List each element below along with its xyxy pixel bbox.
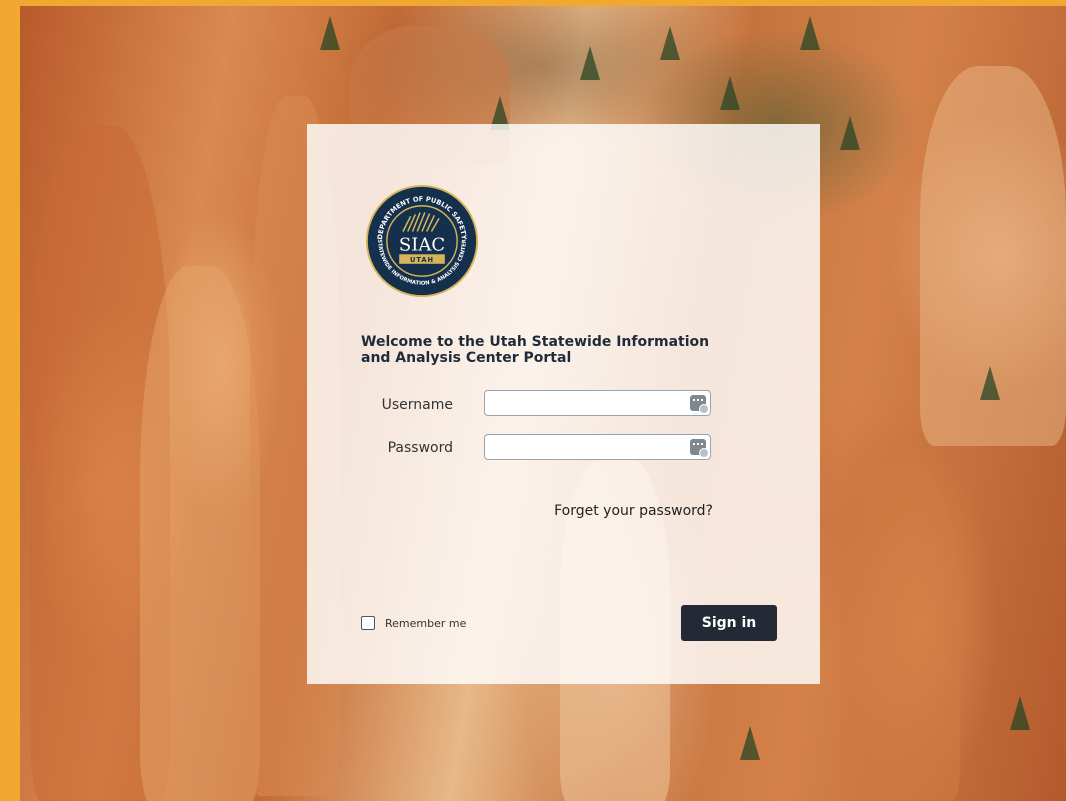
logo-state: UTAH — [410, 256, 434, 264]
sign-in-button[interactable]: Sign in — [681, 605, 777, 641]
pine-tree — [980, 366, 1000, 400]
pine-tree — [1010, 696, 1030, 730]
password-input[interactable] — [484, 434, 711, 460]
pine-tree — [740, 726, 760, 760]
pine-tree — [800, 16, 820, 50]
username-label: Username — [381, 397, 453, 413]
page-frame: DEPARTMENT OF PUBLIC SAFETY STATEWIDE IN… — [0, 0, 1066, 801]
remember-me-row[interactable]: Remember me — [361, 616, 466, 630]
login-card: DEPARTMENT OF PUBLIC SAFETY STATEWIDE IN… — [307, 124, 820, 684]
remember-me-checkbox[interactable] — [361, 616, 375, 630]
remember-me-label: Remember me — [385, 616, 467, 630]
password-label: Password — [387, 440, 453, 456]
password-manager-key-icon[interactable] — [690, 395, 709, 414]
pine-tree — [580, 46, 600, 80]
pine-tree — [840, 116, 860, 150]
pine-tree — [660, 26, 680, 60]
hoodoo-pillar — [840, 466, 960, 801]
forgot-password-link[interactable]: Forget your password? — [537, 503, 713, 519]
hoodoo-pillar — [140, 266, 260, 801]
welcome-heading: Welcome to the Utah Statewide Informatio… — [361, 334, 710, 366]
logo-acronym: SIAC — [399, 235, 445, 256]
username-input[interactable] — [484, 390, 711, 416]
pine-tree — [720, 76, 740, 110]
siac-utah-logo: DEPARTMENT OF PUBLIC SAFETY STATEWIDE IN… — [365, 184, 479, 298]
pine-tree — [320, 16, 340, 50]
password-manager-key-icon[interactable] — [690, 439, 709, 458]
